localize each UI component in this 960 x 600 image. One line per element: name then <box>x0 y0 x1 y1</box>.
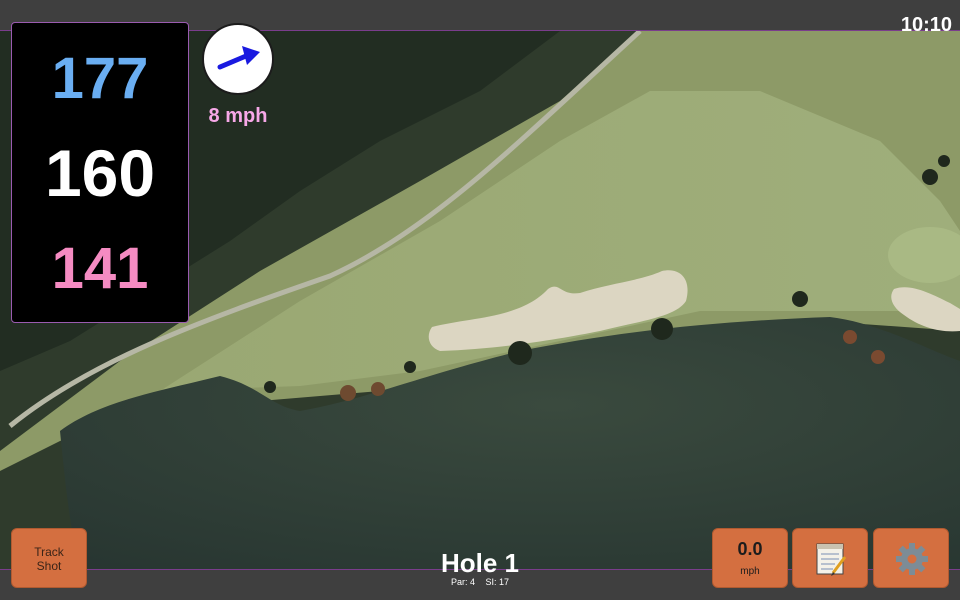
gear-icon <box>896 543 928 575</box>
speed-button[interactable]: 0.0 mph <box>712 528 788 588</box>
notes-button[interactable] <box>792 528 868 588</box>
track-shot-label-line1: Track <box>34 545 64 559</box>
hole-meta: Par: 4 SI: 17 <box>380 577 580 587</box>
wind-arrow-icon <box>217 46 260 70</box>
wind-indicator <box>202 23 274 95</box>
speed-unit: mph <box>740 566 760 577</box>
wind-speed-label: 8 mph <box>208 105 268 127</box>
front-distance: 141 <box>51 236 149 301</box>
settings-button[interactable] <box>873 528 949 588</box>
track-shot-button[interactable]: Track Shot <box>11 528 87 588</box>
middle-distance: 160 <box>44 136 156 210</box>
hole-title: Hole 1 <box>440 548 520 578</box>
back-distance: 177 <box>51 46 149 111</box>
notepad-icon <box>816 543 847 576</box>
speed-value: 0.0 <box>737 539 763 559</box>
track-shot-label-line2: Shot <box>36 559 62 573</box>
distance-panel: 177 160 141 <box>11 22 189 323</box>
hole-stroke-index: SI: 17 <box>485 577 510 587</box>
hole-par: Par: 4 <box>450 577 475 587</box>
